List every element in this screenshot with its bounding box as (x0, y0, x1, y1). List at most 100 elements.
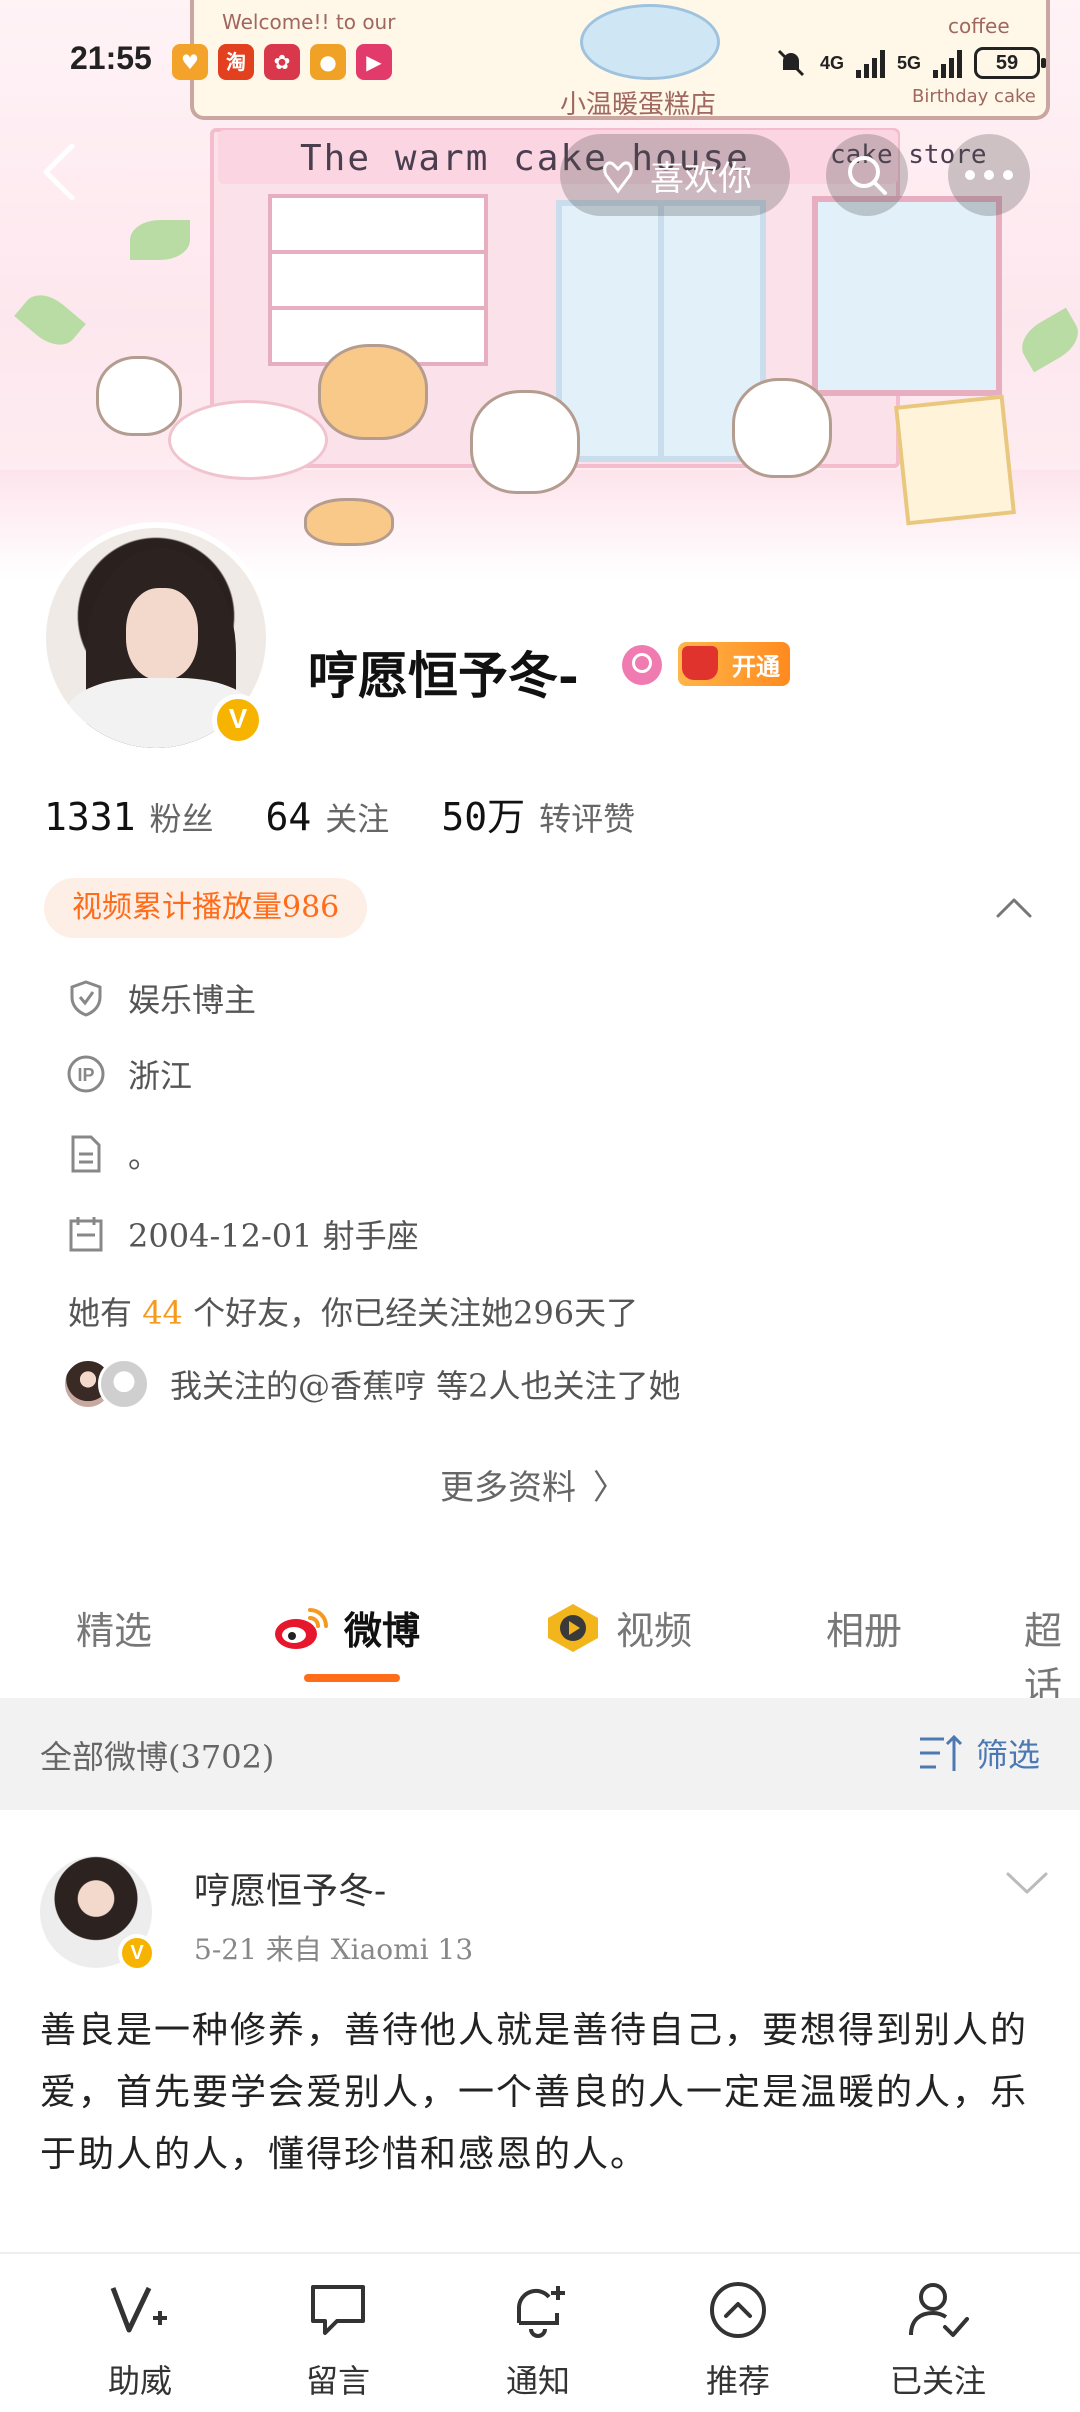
board-title: 小温暖蛋糕店 (560, 90, 717, 120)
info-category-row: 娱乐博主 (66, 974, 256, 1022)
ip-icon: IP (66, 1054, 106, 1094)
notify-button[interactable]: 通知 (438, 2270, 638, 2402)
followers-label[interactable]: 粉丝 (150, 794, 214, 840)
chevron-up-icon[interactable] (994, 892, 1034, 922)
cat-illustration (732, 378, 832, 478)
all-weibo-count[interactable]: 全部微博(3702) (40, 1732, 274, 1778)
weibo-logo-icon (275, 1607, 328, 1649)
more-info-label: 更多资料 (440, 1468, 576, 1508)
cover-banner[interactable]: 小温暖蛋糕店 Welcome!! to our coffee Birthday … (0, 0, 1080, 580)
video-play-count-badge[interactable]: 视频累计播放量986 (44, 878, 368, 938)
info-location: 浙江 (128, 1057, 193, 1095)
birthday-text: Birthday cake (912, 86, 1036, 107)
tab-album-label: 相册 (826, 1609, 903, 1653)
status-time: 21:55 (70, 40, 152, 76)
message-button[interactable]: 留言 (238, 2270, 438, 2402)
strawberry-sign (894, 394, 1016, 526)
tab-featured-label: 精选 (76, 1609, 153, 1653)
engagement-label[interactable]: 转评赞 (539, 794, 635, 840)
cat-illustration (318, 344, 428, 440)
message-label: 留言 (305, 2362, 370, 2400)
boost-label: 助威 (107, 2362, 172, 2400)
calendar-icon (66, 1214, 106, 1254)
more-info-link[interactable]: 更多资料 〉 (440, 1460, 627, 1509)
boost-icon (100, 2270, 180, 2350)
more-dots-icon (965, 170, 1013, 180)
followers-count[interactable]: 1331 (44, 795, 136, 839)
tab-weibo[interactable]: 微博 (272, 1600, 420, 1655)
bottom-action-bar: 助威 留言 通知 推荐 已关注 (0, 2252, 1080, 2412)
recommend-label: 推荐 (705, 2362, 770, 2400)
mute-bell-icon (777, 49, 805, 77)
weibo-icon: ● (310, 44, 346, 80)
svg-text:IP: IP (77, 1065, 94, 1085)
info-bio-row: 。 (66, 1130, 160, 1178)
cake-shelf (268, 194, 488, 366)
shelf-row (272, 250, 484, 254)
back-arrow-icon[interactable] (38, 140, 82, 204)
post-body[interactable]: 善良是一种修养，善待他人就是善待自己，要想得到别人的爱，首先要学会爱别人，一个善… (40, 2000, 1050, 2186)
female-icon (622, 645, 662, 685)
info-location-row: IP 浙江 (66, 1050, 192, 1098)
boost-button[interactable]: 助威 (40, 2270, 240, 2402)
search-icon (848, 156, 887, 195)
leaf-decoration (14, 285, 86, 355)
tab-video-label: 视频 (616, 1609, 693, 1653)
leaf-decoration (1014, 307, 1080, 373)
chevron-down-icon[interactable] (1004, 1868, 1050, 1898)
tab-album[interactable]: 相册 (826, 1600, 902, 1655)
profile-username: 哼愿恒予冬- (308, 646, 579, 705)
followed-icon (898, 2270, 978, 2350)
engagement-count[interactable]: 50万 (441, 786, 525, 841)
followed-label: 已关注 (889, 2362, 986, 2400)
taobao-icon: 淘 (218, 44, 254, 80)
leaf-decoration (130, 220, 190, 260)
following-label[interactable]: 关注 (325, 794, 389, 840)
friends-summary[interactable]: 她有 44 个好友，你已经关注她296天了 (68, 1288, 638, 1334)
friends-count: 44 (142, 1294, 183, 1332)
bell-plus-icon (498, 2270, 578, 2350)
mutual-text: 我关注的@香蕉哼 等2人也关注了她 (170, 1367, 681, 1405)
avatar-face (126, 588, 198, 680)
tab-video[interactable]: 视频 (544, 1600, 692, 1655)
coffee-text: coffee (948, 14, 1010, 38)
shield-icon (66, 978, 106, 1018)
vip-open-button[interactable]: 开通 (678, 642, 790, 686)
more-options-button[interactable] (948, 134, 1030, 216)
verified-badge-icon: V (118, 1934, 156, 1972)
filter-label: 筛选 (975, 1736, 1040, 1774)
followed-button[interactable]: 已关注 (838, 2270, 1038, 2402)
verified-badge-icon: V (212, 694, 264, 746)
profile-tabs: 精选 微博 视频 相册 超话 (0, 1586, 1080, 1708)
like-you-label: 喜欢你 (650, 158, 752, 199)
active-tab-indicator (304, 1674, 400, 1682)
pocket-icon: ♥ (172, 44, 208, 80)
video-badge-icon (548, 1603, 598, 1652)
search-button[interactable] (826, 134, 908, 216)
tab-featured[interactable]: 精选 (76, 1600, 152, 1655)
shop-window (812, 196, 1002, 396)
filter-icon (919, 1734, 963, 1771)
recommend-button[interactable]: 推荐 (638, 2270, 838, 2402)
tab-supertopic-label: 超话 (1024, 1609, 1063, 1708)
following-count[interactable]: 64 (266, 795, 312, 839)
mutual-followers[interactable]: 我关注的@香蕉哼 等2人也关注了她 (62, 1358, 681, 1410)
post-meta: 5-21 来自 Xiaomi 13 (194, 1933, 474, 1966)
feed-filter-bar: 全部微博(3702) 筛选 (0, 1698, 1080, 1810)
friends-prefix: 她有 (68, 1294, 133, 1332)
info-bio: 。 (128, 1137, 161, 1175)
post-author-name[interactable]: 哼愿恒予冬- (194, 1862, 386, 1914)
chevron-right-icon: 〉 (592, 1468, 627, 1508)
tab-weibo-label: 微博 (344, 1608, 421, 1653)
friends-suffix: 个好友，你已经关注她296天了 (193, 1294, 639, 1332)
like-you-button[interactable]: 喜欢你 (560, 134, 790, 216)
info-birthday: 2004-12-01 射手座 (128, 1217, 419, 1255)
tab-supertopic[interactable]: 超话 (1024, 1600, 1080, 1710)
door-split (658, 206, 664, 456)
mutual-avatar (98, 1358, 150, 1410)
battery-icon: 59 (974, 47, 1046, 79)
message-icon (298, 2270, 378, 2350)
cafe-table (168, 400, 328, 480)
signal-icon (855, 48, 885, 78)
filter-button[interactable]: 筛选 (918, 1730, 1040, 1776)
